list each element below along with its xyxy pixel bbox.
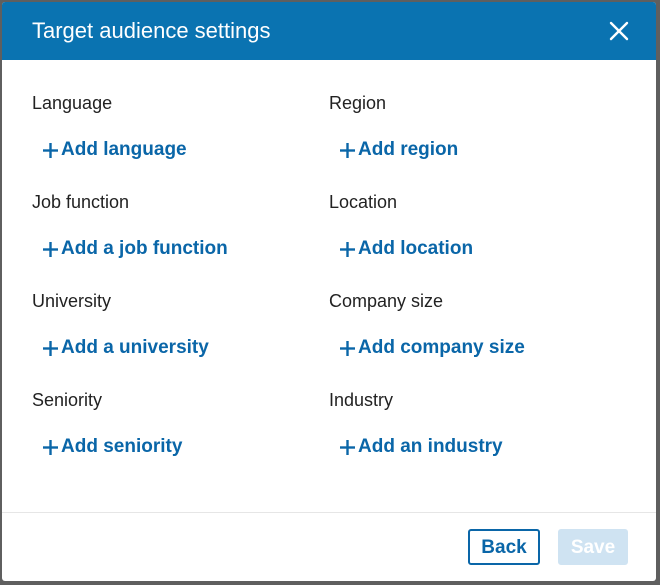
field-label-location: Location xyxy=(329,192,398,212)
add-location-link[interactable]: Add location xyxy=(339,237,473,261)
close-icon[interactable] xyxy=(608,20,630,42)
target-audience-dialog: Target audience settings Language Add la… xyxy=(2,2,656,581)
field-label-company-size: Company size xyxy=(329,291,444,311)
add-location-label: Add location xyxy=(358,238,474,259)
add-seniority-label: Add seniority xyxy=(61,436,183,457)
add-industry-link[interactable]: Add an industry xyxy=(339,435,503,459)
dialog-footer: Back Save xyxy=(2,512,656,581)
field-label-language: Language xyxy=(32,93,113,113)
plus-icon xyxy=(42,241,59,258)
add-seniority-link[interactable]: Add seniority xyxy=(42,435,182,459)
add-university-link[interactable]: Add a university xyxy=(42,336,209,360)
plus-icon xyxy=(339,439,356,456)
save-button[interactable]: Save xyxy=(558,529,628,565)
add-region-label: Add region xyxy=(358,139,459,160)
field-label-job-function: Job function xyxy=(32,192,130,212)
plus-icon xyxy=(339,241,356,258)
dialog-header: Target audience settings xyxy=(2,2,656,60)
add-company-size-link[interactable]: Add company size xyxy=(339,336,525,360)
plus-icon xyxy=(339,142,356,159)
field-label-seniority: Seniority xyxy=(32,390,103,410)
add-industry-label: Add an industry xyxy=(358,436,503,457)
plus-icon xyxy=(339,340,356,357)
add-language-label: Add language xyxy=(61,139,187,160)
dialog-title: Target audience settings xyxy=(32,18,271,43)
field-label-industry: Industry xyxy=(329,390,394,410)
add-company-size-label: Add company size xyxy=(358,337,525,358)
add-job-function-label: Add a job function xyxy=(61,238,228,259)
plus-icon xyxy=(42,142,59,159)
add-region-link[interactable]: Add region xyxy=(339,138,458,162)
plus-icon xyxy=(42,340,59,357)
field-label-region: Region xyxy=(329,93,387,113)
back-button[interactable]: Back xyxy=(468,529,540,565)
add-job-function-link[interactable]: Add a job function xyxy=(42,237,228,261)
add-university-label: Add a university xyxy=(61,337,209,358)
add-language-link[interactable]: Add language xyxy=(42,138,187,162)
dialog-body: Language Add language Job function Add a… xyxy=(2,60,656,512)
field-label-university: University xyxy=(32,291,112,311)
plus-icon xyxy=(42,439,59,456)
